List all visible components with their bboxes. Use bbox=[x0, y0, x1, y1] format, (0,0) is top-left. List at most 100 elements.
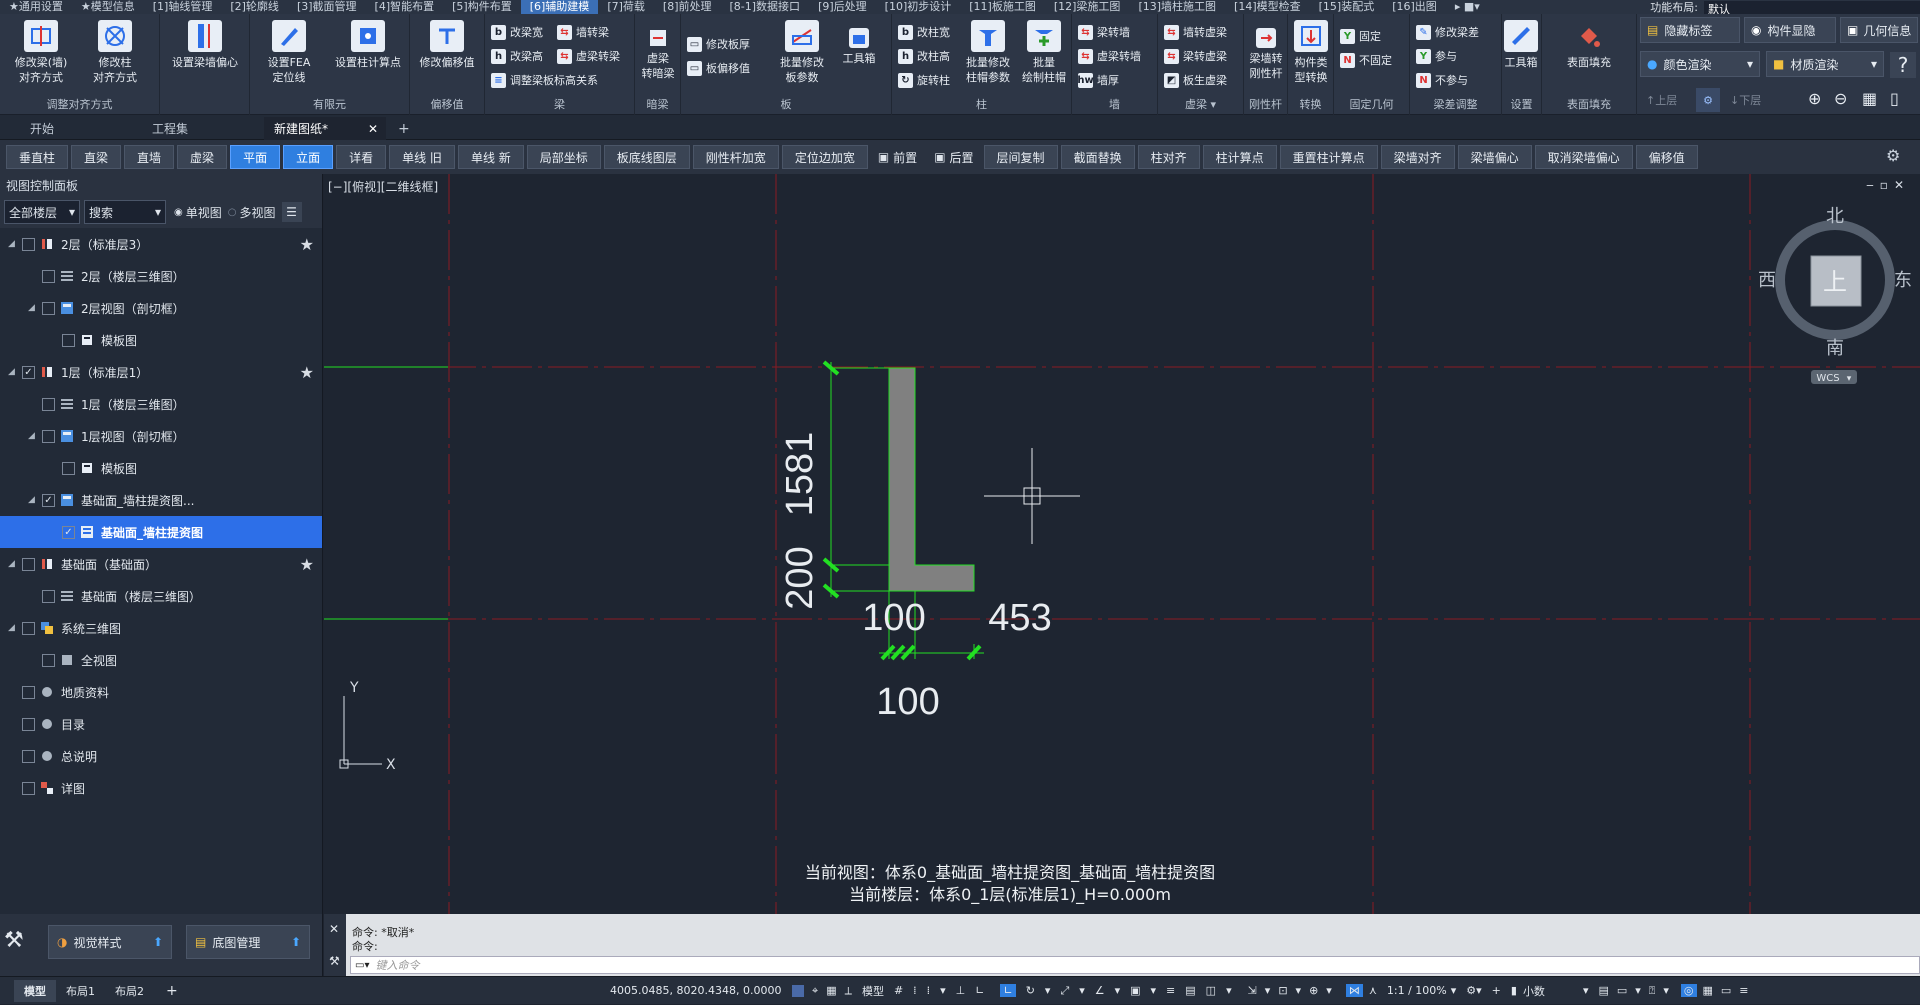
add-icon[interactable]: + bbox=[1492, 984, 1501, 997]
slab-offset-button[interactable]: ▭ 板偏移值 bbox=[687, 58, 750, 78]
grid-icon[interactable] bbox=[792, 984, 804, 997]
tab-project-set[interactable]: 工程集 bbox=[142, 117, 262, 140]
layers-button[interactable]: ▦ bbox=[1862, 88, 1877, 108]
set-column-calc-point-button[interactable]: 设置柱计算点 bbox=[328, 20, 408, 70]
compass-north[interactable]: 北 bbox=[1826, 206, 1844, 227]
snap-icon[interactable]: ▦ bbox=[826, 984, 836, 997]
slab-generate-virtual-beam-button[interactable]: ◩ 板生虚梁 bbox=[1164, 70, 1227, 90]
rotate-column-button[interactable]: ↻ 旋转柱 bbox=[898, 70, 950, 90]
osnap-toggles[interactable]: ↻▾⤢▾∠▾▣▾≡▤◫▾ bbox=[1026, 984, 1242, 998]
wcs-label[interactable]: WCS bbox=[1816, 373, 1839, 384]
tree-checkbox[interactable] bbox=[62, 461, 75, 475]
modify-column-align-button[interactable]: 修改柱 对齐方式 bbox=[82, 20, 148, 85]
tree-checkbox[interactable] bbox=[42, 589, 55, 603]
change-beam-height-button[interactable]: h 改梁高 bbox=[491, 46, 543, 66]
batch-modify-column-cap-button[interactable]: 批量修改 柱帽参数 bbox=[958, 20, 1018, 85]
expand-toggle-icon[interactable]: ◢ bbox=[8, 623, 22, 633]
component-visibility-button[interactable]: ◉ 构件显隐 bbox=[1744, 17, 1836, 43]
menu-item[interactable]: [7]荷载 bbox=[598, 0, 654, 14]
toolbar-button[interactable]: ▣ 前置 bbox=[871, 145, 924, 169]
panel-menu-button[interactable]: ☰ bbox=[281, 202, 302, 222]
tree-checkbox[interactable]: ✓ bbox=[62, 525, 75, 539]
tree-node[interactable]: 详图 bbox=[0, 772, 322, 804]
toolbar-button[interactable]: 层间复制 bbox=[983, 145, 1058, 169]
tree-checkbox[interactable] bbox=[22, 621, 35, 635]
tree-node[interactable]: 1层（楼层三维图） bbox=[0, 388, 322, 420]
set-beam-wall-eccentric-button[interactable]: 设置梁墙偏心 bbox=[170, 20, 240, 70]
zoom-in-button[interactable]: ⊕ bbox=[1808, 88, 1821, 108]
isolate-icon[interactable]: ◎ bbox=[1680, 984, 1697, 997]
change-beam-width-button[interactable]: b 改梁宽 bbox=[491, 22, 543, 42]
favorite-star-icon[interactable]: ★ bbox=[300, 555, 314, 574]
wrench-icon[interactable]: ⚒ bbox=[329, 954, 340, 968]
menu-item[interactable]: [12]梁施工图 bbox=[1045, 0, 1130, 14]
tree-checkbox[interactable] bbox=[22, 717, 35, 731]
command-input[interactable]: ▭▾ 键入命令 bbox=[350, 956, 1920, 974]
zoom-out-button[interactable]: ⊖ bbox=[1834, 88, 1847, 108]
annotation-visibility-icon[interactable]: ⋏ bbox=[1369, 984, 1377, 997]
toolbar-button[interactable]: 直墙 bbox=[124, 145, 175, 169]
units-selector[interactable]: 小数 bbox=[1523, 983, 1583, 999]
tree-node[interactable]: ◢ 系统三维图 bbox=[0, 612, 322, 644]
menu-item[interactable]: [8]前处理 bbox=[654, 0, 721, 14]
tree-node[interactable]: 全视图 bbox=[0, 644, 322, 676]
menu-item[interactable]: [3]截面管理 bbox=[288, 0, 366, 14]
batch-modify-slab-button[interactable]: 批量修改 板参数 bbox=[769, 20, 835, 85]
menu-item[interactable]: [6]辅助建模 bbox=[520, 0, 599, 14]
slab-toolbox-button[interactable]: 工具箱 bbox=[829, 20, 889, 66]
toolbar-button[interactable]: 柱对齐 bbox=[1137, 145, 1200, 169]
menu-item[interactable]: [16]出图 bbox=[1383, 0, 1446, 14]
color-render-dropdown[interactable]: ● 颜色渲染 ▾ bbox=[1640, 51, 1760, 77]
toolbar-button[interactable]: 梁墙偏心 bbox=[1457, 145, 1532, 169]
layout-tab[interactable]: 布局1 bbox=[56, 980, 105, 1002]
toolbar-button[interactable]: 刚性杆加宽 bbox=[692, 145, 779, 169]
tree-checkbox[interactable] bbox=[62, 333, 75, 347]
hide-tags-button[interactable]: ▤ 隐藏标签 bbox=[1640, 17, 1740, 43]
menu-item[interactable]: [11]板施工图 bbox=[960, 0, 1045, 14]
menu-item[interactable]: [1]轴线管理 bbox=[144, 0, 222, 14]
tree-node[interactable]: 地质资料 bbox=[0, 676, 322, 708]
toolbar-button[interactable]: 详看 bbox=[336, 145, 387, 169]
modify-offset-button[interactable]: 修改偏移值 bbox=[414, 20, 480, 70]
toolbar-button[interactable]: 局部坐标 bbox=[526, 145, 601, 169]
new-tab-button[interactable]: + bbox=[392, 117, 416, 140]
surface-fill-button[interactable]: 表面填充 bbox=[1556, 20, 1622, 70]
expand-toggle-icon[interactable]: ◢ bbox=[28, 431, 42, 441]
drawing-canvas[interactable]: [−][俯视][二维线框] ‒▫✕ 1581 200 100 453 100 上… bbox=[324, 174, 1920, 914]
tree-node[interactable]: ◢ 基础面（基础面） ★ bbox=[0, 548, 322, 580]
toolbar-button[interactable]: 单线 旧 bbox=[389, 145, 455, 169]
toolbar-button[interactable]: 平面 bbox=[230, 145, 281, 169]
menu-item[interactable]: [10]初步设计 bbox=[876, 0, 961, 14]
menu-item[interactable]: [9]后处理 bbox=[809, 0, 876, 14]
toolbar-button[interactable]: 垂直柱 bbox=[6, 145, 69, 169]
layout-value[interactable]: 默认 bbox=[1704, 0, 1920, 16]
unfix-button[interactable]: N 不固定 bbox=[1340, 50, 1392, 70]
model-space-button[interactable]: 模型 bbox=[862, 983, 884, 999]
expand-toggle-icon[interactable]: ◢ bbox=[8, 239, 22, 249]
menu-item[interactable]: [14]模型检查 bbox=[1225, 0, 1310, 14]
annotation-toggles[interactable]: ⇲▾⊡▾⊕▾ bbox=[1248, 984, 1340, 997]
compass-west[interactable]: 西 bbox=[1758, 270, 1776, 291]
tree-node[interactable]: 2层（楼层三维图） bbox=[0, 260, 322, 292]
expand-toggle-icon[interactable]: ◢ bbox=[28, 495, 42, 505]
settings-gear-icon[interactable]: ⚙▾ bbox=[1466, 984, 1481, 997]
toolbar-button[interactable]: 梁墙对齐 bbox=[1380, 145, 1455, 169]
compass-south[interactable]: 南 bbox=[1826, 338, 1844, 359]
menu-item[interactable]: [2]轮廓线 bbox=[221, 0, 288, 14]
change-column-height-button[interactable]: h 改柱高 bbox=[898, 46, 950, 66]
display-toggles[interactable]: ▤▭▾⍰▾ bbox=[1598, 984, 1676, 998]
fix-button[interactable]: Y 固定 bbox=[1340, 26, 1381, 46]
virtual-to-hidden-beam-button[interactable]: 虚梁 转暗梁 bbox=[635, 20, 681, 81]
toolbar-button[interactable]: 取消梁墙偏心 bbox=[1534, 145, 1633, 169]
set-fea-line-button[interactable]: 设置FEA 定位线 bbox=[256, 20, 322, 85]
toolbar-button[interactable]: ▣ 后置 bbox=[927, 145, 980, 169]
tree-node[interactable]: 模板图 bbox=[0, 452, 322, 484]
favorite-star-icon[interactable]: ★ bbox=[300, 363, 314, 382]
virtual-beam-to-wall-button[interactable]: ⇆ 虚梁转墙 bbox=[1078, 46, 1141, 66]
tree-node[interactable]: 模板图 bbox=[0, 324, 322, 356]
close-tab-icon[interactable]: ✕ bbox=[368, 122, 378, 136]
toolbar-settings-gear-icon[interactable]: ⚙ bbox=[1886, 146, 1900, 165]
layout-selector[interactable]: 功能布局: 默认 bbox=[1650, 0, 1920, 16]
menu-item[interactable]: [15]装配式 bbox=[1310, 0, 1384, 14]
layout-tab[interactable]: 布局2 bbox=[105, 980, 154, 1002]
